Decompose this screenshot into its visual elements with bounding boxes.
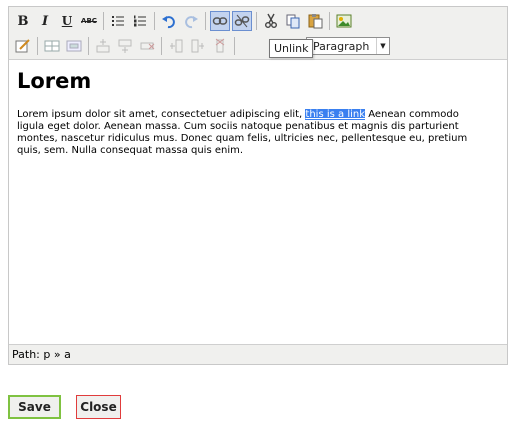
insert-col-before-icon [170, 39, 183, 53]
delete-col-button[interactable] [210, 36, 230, 56]
bullet-list-button[interactable] [108, 11, 128, 31]
toolbar-separator [88, 37, 89, 55]
insert-col-after-icon [191, 39, 204, 53]
table-icon [44, 40, 60, 52]
content-paragraph: Lorem ipsum dolor sit amet, consectetuer… [17, 109, 487, 157]
insert-row-before-icon [96, 39, 110, 53]
insert-col-before-button[interactable] [166, 36, 186, 56]
toolbar-separator [234, 37, 235, 55]
editor-content-area[interactable]: Lorem Lorem ipsum dolor sit amet, consec… [17, 67, 499, 347]
image-icon [336, 14, 352, 28]
delete-row-button[interactable] [137, 36, 157, 56]
close-button[interactable]: Close [76, 395, 121, 419]
format-select-value: Paragraph [313, 40, 370, 53]
format-select[interactable]: Paragraph ▼ [306, 37, 390, 55]
unlink-button[interactable] [232, 11, 252, 31]
insert-row-after-button[interactable] [115, 36, 135, 56]
toolbar-separator [256, 12, 257, 30]
redo-icon [185, 16, 198, 29]
toolbar-separator [205, 12, 206, 30]
undo-icon [162, 16, 175, 29]
delete-col-icon [215, 38, 225, 53]
toolbar-separator [37, 37, 38, 55]
chevron-down-icon: ▼ [376, 38, 389, 54]
table-properties-button[interactable] [64, 36, 84, 56]
toolbar-separator [161, 37, 162, 55]
copy-icon [286, 14, 300, 29]
delete-row-icon [140, 42, 155, 50]
selected-link[interactable]: this is a link [305, 109, 366, 120]
undo-button[interactable] [159, 11, 179, 31]
copy-button[interactable] [283, 11, 303, 31]
element-path: Path: p » a [12, 348, 71, 361]
bold-button[interactable]: B [13, 11, 33, 31]
insert-col-after-button[interactable] [188, 36, 208, 56]
content-heading: Lorem [17, 69, 92, 93]
edit-icon [15, 39, 30, 53]
editor-toolbar: B I U ABC Paragraph ▼ [9, 7, 507, 60]
unlink-tooltip: Unlink [269, 39, 314, 58]
link-button[interactable] [210, 11, 230, 31]
status-bar: Path: p » a [9, 344, 507, 364]
redo-button[interactable] [181, 11, 201, 31]
image-button[interactable] [334, 11, 354, 31]
toolbar-separator [103, 12, 104, 30]
numbered-list-icon [134, 15, 146, 27]
paste-icon [308, 14, 323, 29]
unlink-icon [234, 14, 250, 28]
toolbar-row-1: B I U ABC [13, 10, 356, 32]
link-icon [212, 17, 228, 25]
toolbar-separator [329, 12, 330, 30]
strikethrough-button[interactable]: ABC [79, 11, 99, 31]
insert-row-before-button[interactable] [93, 36, 113, 56]
cut-button[interactable] [261, 11, 281, 31]
rich-text-editor: B I U ABC Paragraph ▼ Unlink Lorem Lorem… [8, 6, 508, 365]
toolbar-separator [154, 12, 155, 30]
italic-button[interactable]: I [35, 11, 55, 31]
insert-row-after-icon [118, 39, 132, 53]
table-properties-icon [66, 40, 82, 52]
scissors-icon [265, 13, 277, 28]
toolbar-row-2 [13, 35, 239, 57]
edit-source-button[interactable] [13, 36, 33, 56]
save-button[interactable]: Save [8, 395, 61, 419]
numbered-list-button[interactable] [130, 11, 150, 31]
bullet-list-icon [112, 16, 124, 26]
paragraph-text-before: Lorem ipsum dolor sit amet, consectetuer… [17, 109, 306, 120]
insert-table-button[interactable] [42, 36, 62, 56]
paste-button[interactable] [305, 11, 325, 31]
underline-button[interactable]: U [57, 11, 77, 31]
